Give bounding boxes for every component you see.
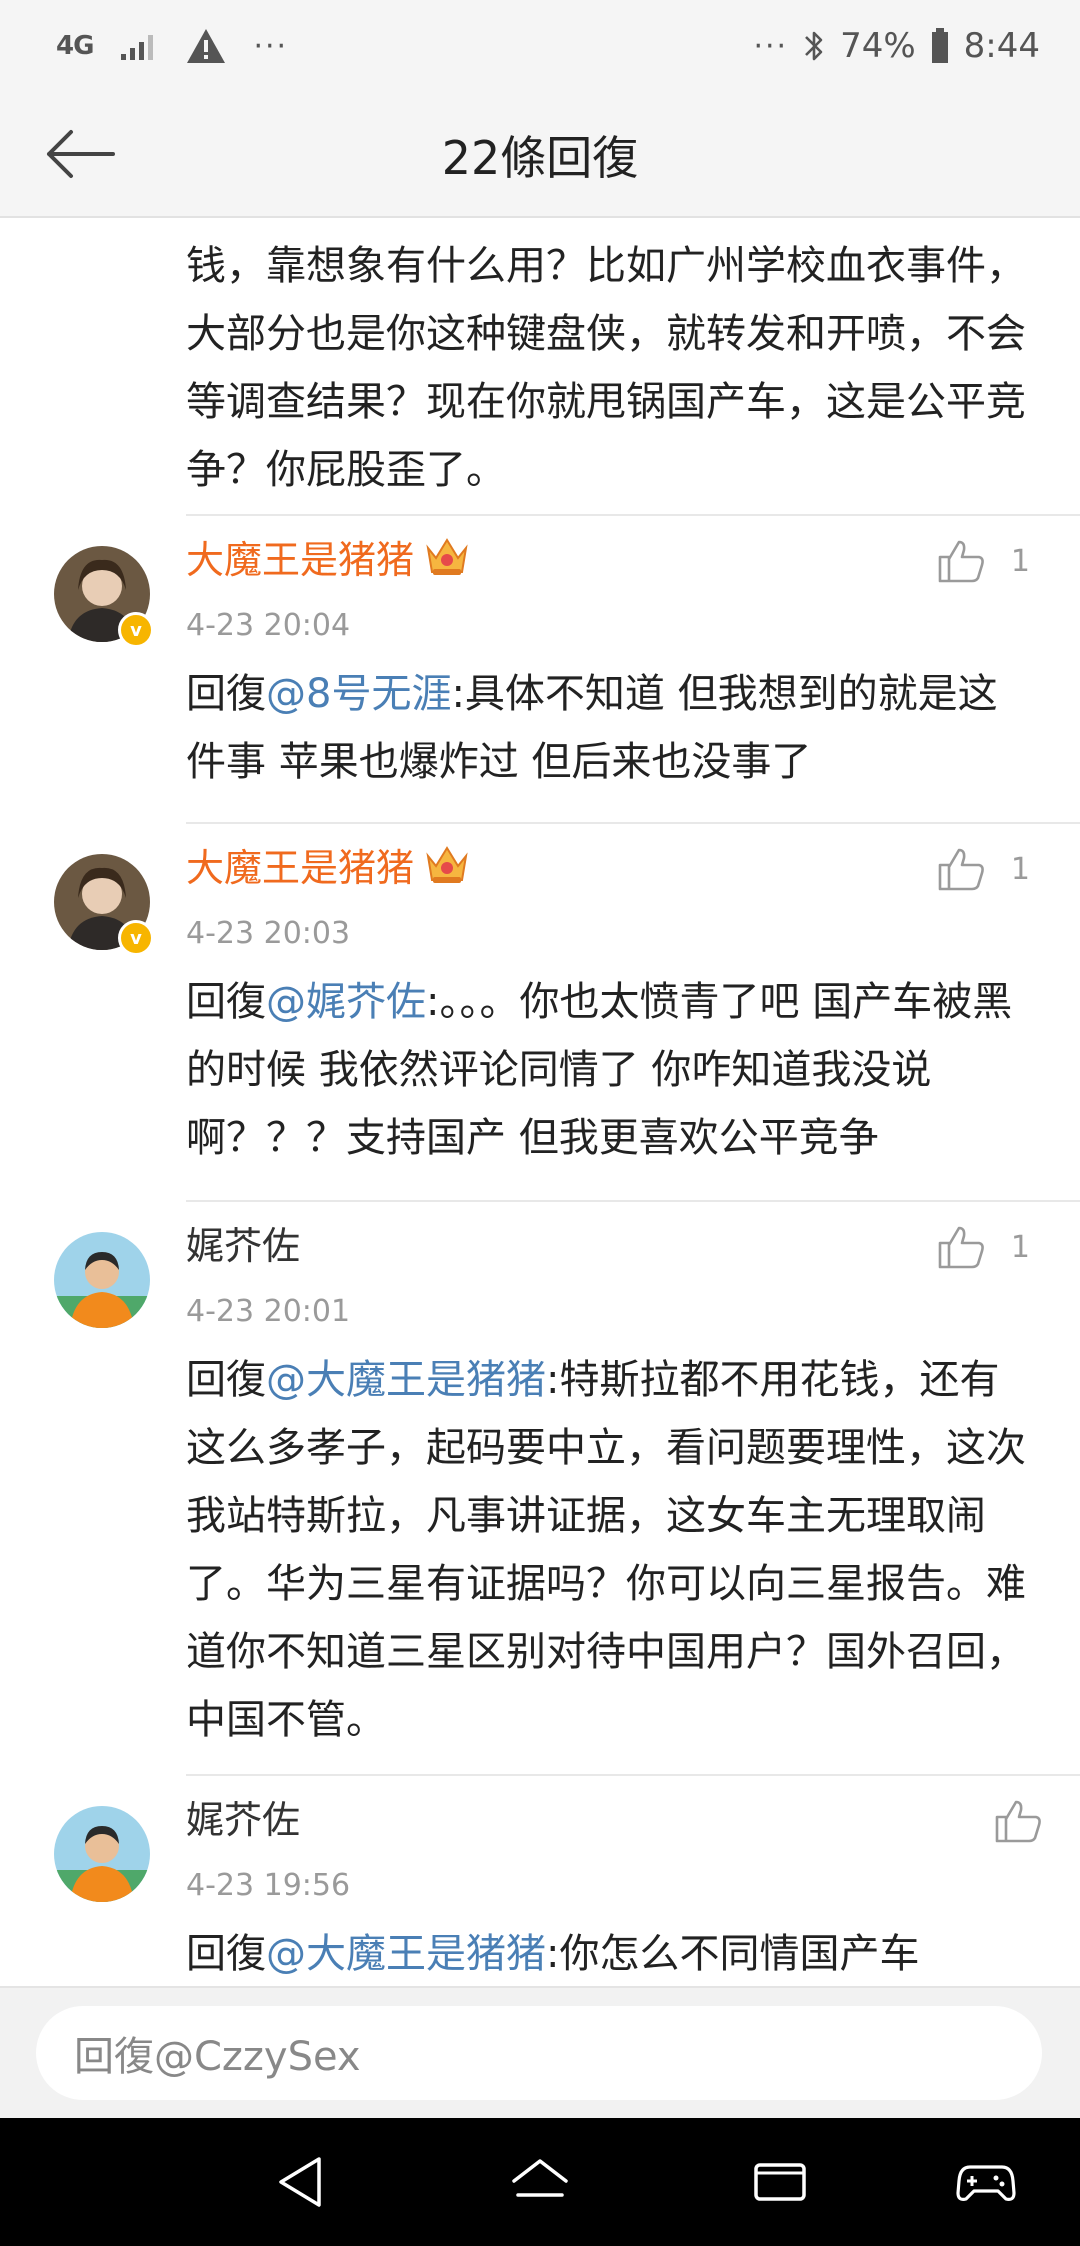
nav-home-button[interactable] [508, 2152, 572, 2212]
like-button[interactable] [994, 1798, 1042, 1844]
thumbs-up-icon [995, 1800, 1041, 1843]
avatar[interactable] [54, 1232, 150, 1328]
comment-body: 回復@大魔王是猪猪:特斯拉都不用花钱，还有这么多孝子，起码要中立，看问题要理性，… [186, 1346, 1036, 1754]
reply-prefix: 回復 [186, 1357, 266, 1403]
notification-overflow-icon: ··· [253, 28, 289, 64]
comment-item[interactable]: 娓芥佐 4-23 20:01 1 回復@大魔王是猪猪:特斯拉都不用花钱，还有这么… [0, 1202, 1080, 1774]
verified-badge-icon: v [118, 920, 154, 956]
nav-recents-button[interactable] [748, 2152, 812, 2212]
comment-item[interactable]: 娓芥佐 4-23 19:56 回復@大魔王是猪猪:你怎么不同情国产车 [0, 1776, 1080, 1986]
crown-badge-icon [424, 844, 470, 897]
username[interactable]: 大魔王是猪猪 [186, 844, 470, 897]
warning-icon [185, 27, 227, 65]
username[interactable]: 娓芥佐 [186, 1796, 300, 1844]
reply-prefix: 回復 [186, 671, 266, 717]
bluetooth-icon [802, 28, 826, 64]
comment-text-continuation: 钱，靠想象有什么用？比如广州学校血衣事件，大部分也是你这种键盘侠，就转发和开喷，… [186, 243, 1026, 493]
username-label: 大魔王是猪猪 [186, 846, 415, 890]
comment-timestamp: 4-23 20:01 [186, 1294, 351, 1329]
nav-back-button[interactable] [268, 2152, 332, 2212]
comment-timestamp: 4-23 19:56 [186, 1868, 351, 1903]
comment-text: :你怎么不同情国产车 [546, 1931, 920, 1977]
username[interactable]: 大魔王是猪猪 [186, 536, 470, 589]
like-button[interactable]: 1 [937, 846, 1030, 892]
reply-prefix: 回復 [186, 1931, 266, 1977]
crown-badge-icon [424, 536, 470, 589]
thumbs-up-icon [938, 848, 984, 891]
battery-percent: 74% [840, 26, 916, 66]
home-icon [512, 2159, 568, 2197]
comment-item[interactable]: v 大魔王是猪猪 4-23 20:04 1 回復@8号无涯:具体不知道 但我想到… [0, 516, 1080, 822]
thumbs-up-icon [938, 540, 984, 583]
network-type-label: 4G [56, 31, 94, 61]
comment-text: :特斯拉都不用花钱，还有这么多孝子，起码要中立，看问题要理性，这次我站特斯拉，凡… [186, 1357, 1026, 1743]
reply-bar: 回復@CzzySex [0, 1986, 1080, 2120]
comment-body: 回復@娓芥佐:。。。你也太愤青了吧 国产车被黑的时候 我依然评论同情了 你咋知道… [186, 968, 1036, 1172]
battery-icon [930, 27, 950, 65]
comment-item[interactable]: v 大魔王是猪猪 4-23 20:03 1 回復@娓芥佐:。。。你也太愤青了吧 … [0, 824, 1080, 1200]
comment-body: 回復@8号无涯:具体不知道 但我想到的就是这件事 苹果也爆炸过 但后来也没事了 [186, 660, 1036, 796]
recents-icon [754, 2163, 806, 2201]
status-bar: 4G ··· ··· 74% 8:44 [0, 0, 1080, 92]
status-overflow-icon: ··· [753, 28, 789, 64]
reply-prefix: 回復 [186, 979, 266, 1025]
verified-badge-icon: v [118, 612, 154, 648]
comment-timestamp: 4-23 20:04 [186, 608, 351, 643]
like-button[interactable]: 1 [937, 1224, 1030, 1270]
mention-link[interactable]: @8号无涯 [266, 671, 451, 717]
comment-list[interactable]: 钱，靠想象有什么用？比如广州学校血衣事件，大部分也是你这种键盘侠，就转发和开喷，… [0, 218, 1080, 1986]
like-count: 1 [1010, 851, 1030, 887]
triangle-back-icon [279, 2157, 321, 2207]
mention-link[interactable]: @娓芥佐 [266, 979, 426, 1025]
mention-link[interactable]: @大魔王是猪猪 [266, 1931, 546, 1977]
mention-link[interactable]: @大魔王是猪猪 [266, 1357, 546, 1403]
header: 22條回復 [0, 92, 1080, 218]
signal-icon [119, 30, 159, 62]
comment-timestamp: 4-23 20:03 [186, 916, 351, 951]
username[interactable]: 娓芥佐 [186, 1222, 300, 1270]
username-label: 大魔王是猪猪 [186, 538, 415, 582]
reply-input[interactable]: 回復@CzzySex [36, 2006, 1042, 2100]
gamepad-icon [956, 2165, 1016, 2201]
navigation-bar [0, 2118, 1080, 2246]
nav-game-button[interactable] [954, 2152, 1018, 2212]
like-count: 1 [1010, 543, 1030, 579]
thumbs-up-icon [938, 1226, 984, 1269]
comment-body: 回復@大魔王是猪猪:你怎么不同情国产车 [186, 1920, 1036, 1986]
like-button[interactable]: 1 [937, 538, 1030, 584]
avatar[interactable] [54, 1806, 150, 1902]
page-title: 22條回復 [441, 131, 639, 185]
clock: 8:44 [963, 26, 1040, 66]
like-count: 1 [1010, 1229, 1030, 1265]
